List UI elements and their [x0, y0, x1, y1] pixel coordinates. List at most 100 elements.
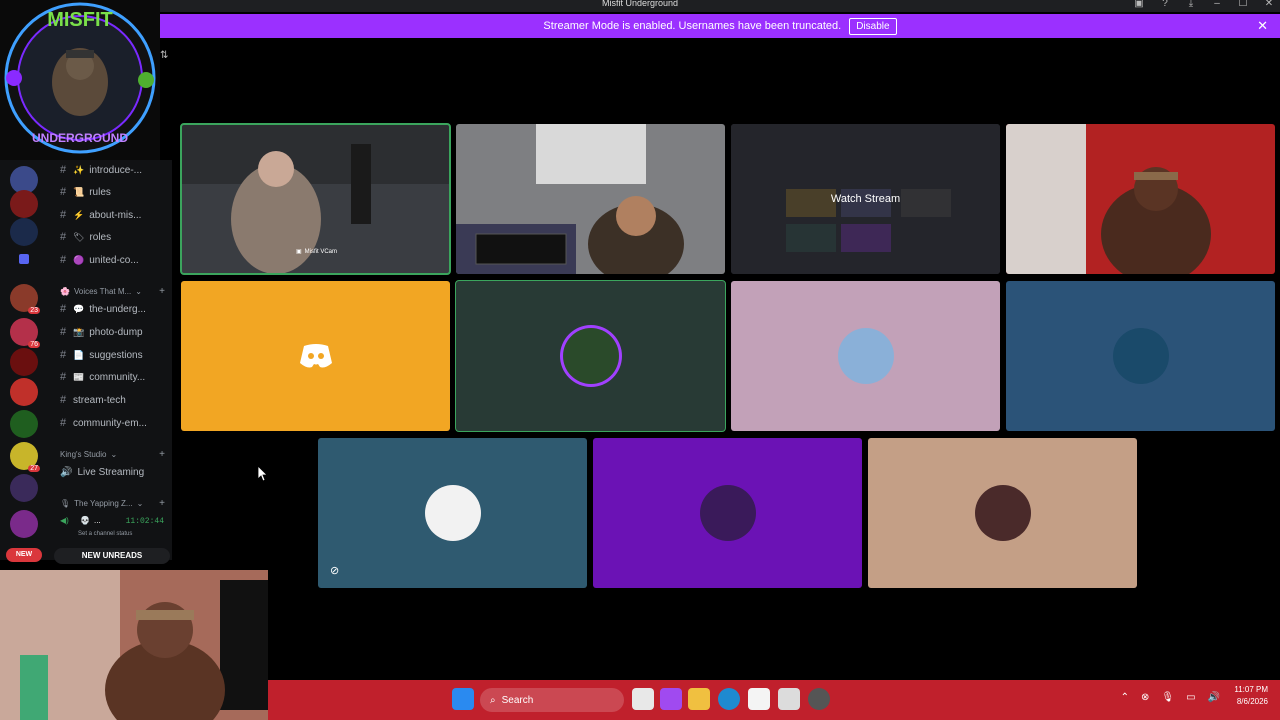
- pin-icon[interactable]: ⇅: [160, 50, 168, 61]
- windows-start-icon[interactable]: [452, 688, 474, 710]
- chevron-up-icon[interactable]: ⌃: [1121, 692, 1129, 703]
- avatar-tile[interactable]: [1006, 281, 1275, 431]
- avatar-tile[interactable]: [731, 281, 1000, 431]
- volume-icon[interactable]: 🔊: [1208, 692, 1220, 703]
- edge-browser-icon[interactable]: [718, 688, 740, 710]
- channel-emoji: ⚡: [73, 209, 85, 220]
- channel-item[interactable]: # 🟣 united-co...: [60, 251, 139, 269]
- channel-item[interactable]: # ✨ introduce-...: [60, 161, 142, 179]
- folder-icon[interactable]: [19, 254, 29, 264]
- download-icon[interactable]: ⤓: [1184, 0, 1198, 9]
- category-header[interactable]: 🌸 Voices That M... ⌄ +: [60, 284, 165, 298]
- store-icon[interactable]: [748, 688, 770, 710]
- hash-icon: #: [60, 209, 67, 221]
- avatar: [424, 485, 481, 541]
- channel-emoji: 📄: [73, 349, 85, 360]
- voice-user-row[interactable]: ◀) 💀 ... 11:02:44 Set a channel status: [58, 515, 168, 547]
- task-view-icon[interactable]: [632, 688, 654, 710]
- stream-tile[interactable]: Watch Stream: [731, 124, 1000, 274]
- voice-channel[interactable]: 🔊 Live Streaming: [60, 463, 144, 481]
- server-icon[interactable]: 76: [10, 318, 40, 348]
- minimize-icon[interactable]: –: [1210, 0, 1224, 9]
- video-tile-camera[interactable]: ▣ Misfit VCam: [180, 123, 451, 275]
- new-unreads-button[interactable]: NEW UNREADS: [54, 548, 170, 564]
- channel-name: suggestions: [89, 349, 143, 361]
- server-icon[interactable]: [10, 348, 38, 376]
- server-icon[interactable]: 23: [10, 284, 40, 314]
- unread-badge: 23: [28, 307, 40, 314]
- channel-name: community...: [89, 371, 146, 383]
- server-icon[interactable]: [10, 410, 38, 438]
- add-channel-icon[interactable]: +: [159, 498, 165, 509]
- category-label: The Yapping Z...: [74, 498, 133, 508]
- channel-item[interactable]: # 📸 photo-dump: [60, 323, 143, 341]
- channel-item[interactable]: # stream-tech: [60, 391, 126, 409]
- channel-name: the-underg...: [89, 303, 146, 315]
- speaker-icon: ◀): [60, 516, 69, 525]
- add-channel-icon[interactable]: +: [159, 449, 165, 460]
- maximize-icon[interactable]: ☐: [1236, 0, 1250, 9]
- server-icon[interactable]: [10, 190, 38, 218]
- skull-icon: 💀: [80, 516, 90, 525]
- clock[interactable]: 11:07 PM 8/6/2026: [1234, 684, 1268, 708]
- category-emoji: 🎙: [60, 498, 71, 508]
- copilot-icon[interactable]: [660, 688, 682, 710]
- close-icon[interactable]: ✕: [1257, 18, 1268, 34]
- display-icon[interactable]: ▭: [1186, 692, 1195, 703]
- unread-badge: 76: [28, 341, 40, 348]
- taskbar-search[interactable]: ⌕ Search: [480, 688, 624, 712]
- obs-icon[interactable]: [808, 688, 830, 710]
- hash-icon: #: [60, 394, 67, 406]
- channel-name: united-co...: [89, 254, 139, 266]
- server-icon[interactable]: [10, 218, 38, 246]
- help-icon[interactable]: ?: [1158, 0, 1172, 9]
- channel-item[interactable]: # 📜 rules: [60, 183, 111, 201]
- banner-text: Streamer Mode is enabled. Usernames have…: [543, 20, 842, 32]
- channel-emoji: ✨: [73, 164, 85, 175]
- svg-text:MISFIT: MISFIT: [47, 9, 113, 31]
- camera-feed: [456, 124, 725, 274]
- channel-item[interactable]: # 📰 community...: [60, 368, 145, 386]
- channel-item[interactable]: # 📄 suggestions: [60, 346, 143, 364]
- avatar-tile[interactable]: [868, 438, 1137, 588]
- avatar-tile[interactable]: [593, 438, 862, 588]
- watch-stream-button[interactable]: Watch Stream: [731, 124, 1000, 274]
- hash-icon: #: [60, 371, 67, 383]
- network-icon[interactable]: ⊗: [1141, 692, 1149, 703]
- channel-status[interactable]: Set a channel status: [78, 531, 132, 537]
- vcam-label: Misfit VCam: [304, 248, 338, 255]
- channel-item[interactable]: # community-em...: [60, 414, 147, 432]
- avatar-tile[interactable]: [181, 281, 450, 431]
- vcam-watermark: ▣ Misfit VCam: [296, 248, 338, 256]
- channel-item[interactable]: # 💬 the-underg...: [60, 300, 146, 318]
- camera-feed: [1006, 124, 1275, 274]
- server-icon[interactable]: [10, 474, 38, 502]
- server-icon[interactable]: [10, 510, 38, 538]
- avatar-tile[interactable]: ⊘: [318, 438, 587, 588]
- avatar-tile[interactable]: [455, 280, 726, 432]
- hash-icon: #: [60, 186, 67, 198]
- channel-item[interactable]: # 🏷 roles: [60, 228, 111, 246]
- server-icon[interactable]: 27: [10, 442, 40, 472]
- video-tile-camera[interactable]: [1006, 124, 1275, 274]
- video-tile-camera[interactable]: [456, 124, 725, 274]
- window-title: Misfit Underground: [601, 0, 679, 8]
- inbox-icon[interactable]: ▣: [1132, 0, 1146, 9]
- notepad-icon[interactable]: [778, 688, 800, 710]
- close-window-icon[interactable]: ✕: [1262, 0, 1276, 9]
- disable-button[interactable]: Disable: [849, 17, 897, 35]
- server-icon[interactable]: [10, 378, 38, 406]
- add-channel-icon[interactable]: +: [159, 286, 165, 297]
- unread-badge: 27: [28, 465, 40, 472]
- new-pill[interactable]: NEW: [6, 548, 42, 562]
- webcam-feed: [0, 570, 268, 720]
- file-explorer-icon[interactable]: [688, 688, 710, 710]
- category-header[interactable]: 🎙 The Yapping Z... ⌄ +: [60, 496, 165, 510]
- avatar: [974, 485, 1031, 541]
- category-label: King's Studio: [60, 449, 107, 459]
- microphone-icon[interactable]: 🎙: [1161, 692, 1174, 703]
- channel-item[interactable]: # ⚡ about-mis...: [60, 206, 141, 224]
- channel-name: introduce-...: [89, 164, 143, 176]
- title-bar: Ai Misfit Underground ▣ ? ⤓ – ☐ ✕: [0, 0, 1280, 12]
- category-header[interactable]: King's Studio ⌄ +: [60, 447, 165, 461]
